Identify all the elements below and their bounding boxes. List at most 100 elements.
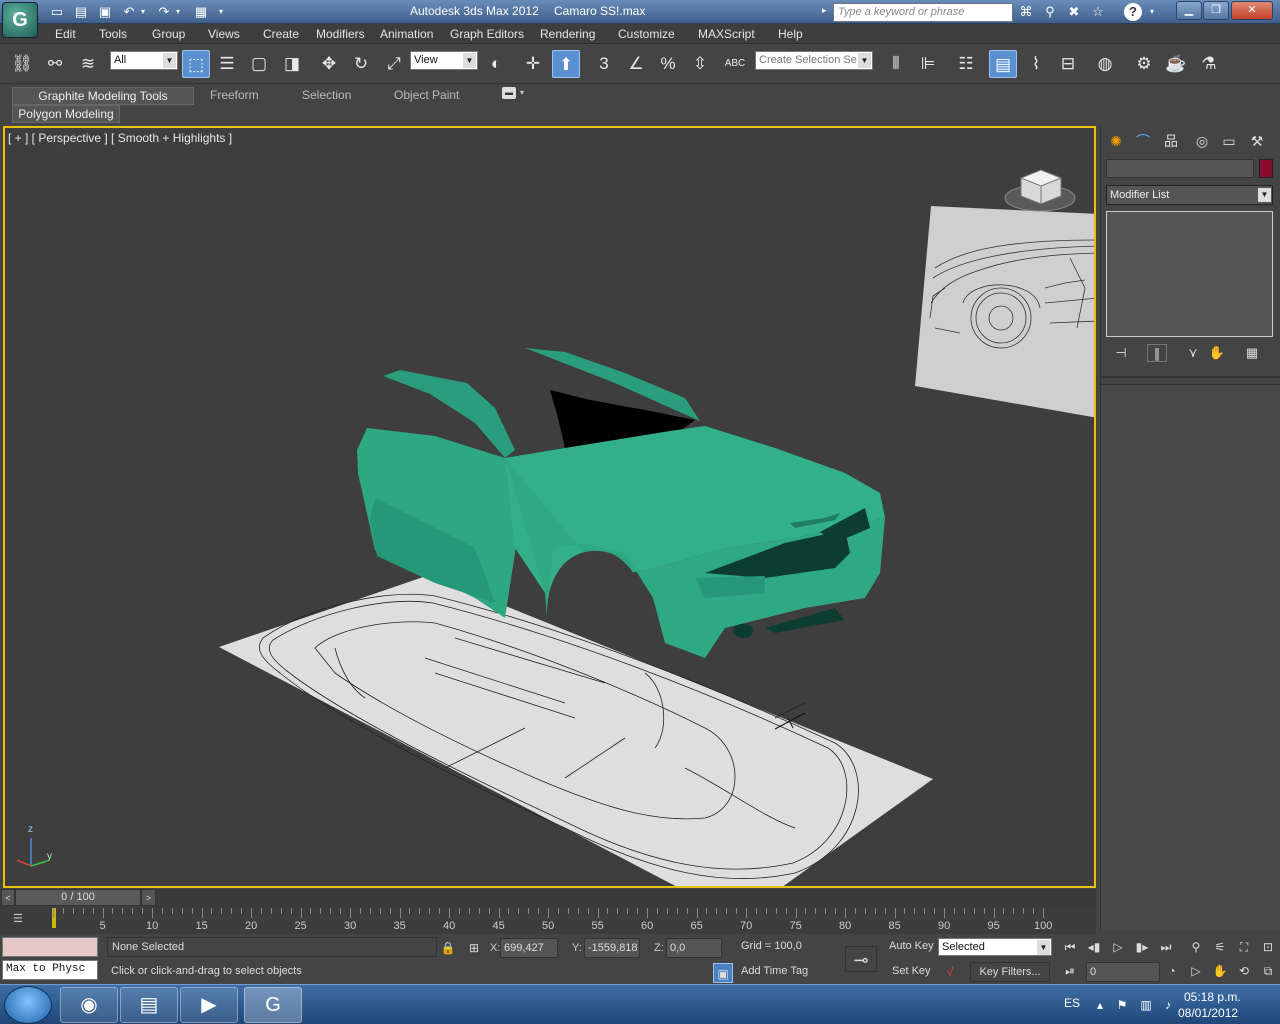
utilities-tab-icon[interactable]: ⚒ — [1245, 130, 1269, 152]
subscription-icon[interactable]: ⚲ — [1040, 3, 1060, 21]
schematic-view-icon[interactable]: ⊟ — [1054, 50, 1082, 78]
window-crossing-icon[interactable]: ◨ — [278, 50, 306, 78]
previous-frame-icon[interactable]: ◂▮ — [1084, 937, 1104, 957]
previous-frame-arrow-icon[interactable]: < — [1, 889, 15, 906]
viewcube[interactable] — [1004, 169, 1076, 212]
reference-coordinate-dropdown[interactable]: View ▼ — [410, 51, 478, 70]
network-icon[interactable]: ▥ — [1138, 997, 1154, 1013]
tab-object-paint[interactable]: Object Paint — [394, 88, 459, 102]
polygon-modeling-panel[interactable]: Polygon Modeling — [12, 105, 120, 123]
pin-stack-icon[interactable]: ⊣ — [1111, 344, 1131, 362]
time-tag-toggle-icon[interactable]: ▣ — [713, 963, 733, 983]
menu-rendering[interactable]: Rendering — [540, 27, 595, 41]
menu-group[interactable]: Group — [152, 27, 185, 41]
key-mode-toggle-icon[interactable]: ⏯ — [1060, 961, 1080, 981]
quick-access-dropdown-icon[interactable]: ▾ — [214, 3, 228, 21]
open-file-icon[interactable]: ▤ — [72, 3, 90, 21]
absolute-mode-transform-icon[interactable]: ⊞ — [464, 938, 484, 958]
selection-lock-icon[interactable]: 🔒 — [438, 938, 458, 958]
auto-key-button[interactable]: Auto Key — [885, 937, 935, 957]
display-tab-icon[interactable]: ▭ — [1217, 130, 1241, 152]
modify-tab-icon[interactable]: ⌒ — [1131, 130, 1155, 152]
project-folder-icon[interactable]: ▦ — [192, 3, 210, 21]
zoom-icon[interactable]: ⚲ — [1186, 937, 1206, 957]
select-and-move-icon[interactable]: ✥ — [315, 50, 343, 78]
favorites-star-icon[interactable]: ☆ — [1088, 3, 1108, 21]
render-setup-icon[interactable]: ⚙ — [1130, 50, 1158, 78]
menu-maxscript[interactable]: MAXScript — [698, 27, 755, 41]
close-button[interactable]: ✕ — [1231, 1, 1273, 20]
select-and-scale-icon[interactable]: ⤢ — [380, 50, 408, 78]
mirror-icon[interactable]: ⫴ — [882, 50, 910, 78]
chrome-taskbar-icon[interactable]: ◉ — [60, 987, 118, 1023]
menu-modifiers[interactable]: Modifiers — [316, 27, 365, 41]
remove-modifier-icon[interactable]: ✋ — [1207, 344, 1227, 362]
y-coordinate-field[interactable]: -1559,818 — [584, 938, 640, 958]
search-expand-icon[interactable]: ▸ — [822, 5, 827, 16]
edit-named-selection-icon[interactable]: ABC — [721, 50, 749, 78]
material-editor-icon[interactable]: ◍ — [1091, 50, 1119, 78]
select-and-manipulate-icon[interactable]: ✛ — [519, 50, 547, 78]
angle-snap-icon[interactable]: ∠ — [622, 50, 650, 78]
rectangular-selection-icon[interactable]: ▢ — [245, 50, 273, 78]
time-slider-thumb[interactable]: 0 / 100 — [15, 889, 141, 906]
menu-help[interactable]: Help — [778, 27, 803, 41]
ribbon-options-icon[interactable]: ▬ — [502, 87, 516, 99]
align-icon[interactable]: ⊫ — [914, 50, 942, 78]
help-icon[interactable]: ? — [1124, 3, 1142, 21]
x-coordinate-field[interactable]: 699,427 — [500, 938, 558, 958]
action-center-icon[interactable]: ⚑ — [1114, 997, 1130, 1013]
3dsmax-taskbar-icon[interactable]: G — [244, 987, 302, 1023]
redo-dropdown-icon[interactable]: ▾ — [173, 3, 183, 21]
pivot-point-center-icon[interactable]: ◐ — [482, 50, 510, 78]
menu-customize[interactable]: Customize — [618, 27, 675, 41]
set-key-icon[interactable]: ⊸ — [845, 946, 877, 972]
application-menu-button[interactable]: G — [2, 2, 38, 38]
new-file-icon[interactable]: ▭ — [48, 3, 66, 21]
create-tab-icon[interactable]: ✺ — [1104, 130, 1128, 152]
tab-graphite-modeling-tools[interactable]: Graphite Modeling Tools — [12, 87, 194, 105]
curve-editor-icon[interactable]: ⌇ — [1022, 50, 1050, 78]
tab-freeform[interactable]: Freeform — [210, 88, 259, 102]
viewport-label[interactable]: [ + ] [ Perspective ] [ Smooth + Highlig… — [8, 131, 232, 145]
make-unique-icon[interactable]: ⋎ — [1183, 344, 1203, 362]
bind-to-space-warp-icon[interactable]: ≋ — [74, 50, 102, 78]
graphite-modeling-tools-icon[interactable]: ▤ — [989, 50, 1017, 78]
binoculars-icon[interactable]: ⌘ — [1016, 3, 1036, 21]
selection-filter-dropdown[interactable]: All ▼ — [110, 51, 178, 70]
modifier-list-dropdown[interactable]: Modifier List ▼ — [1106, 185, 1273, 205]
configure-modifier-sets-icon[interactable]: ▦ — [1242, 344, 1262, 362]
key-filters-button[interactable]: Key Filters... — [970, 962, 1050, 982]
media-player-taskbar-icon[interactable]: ▶ — [180, 987, 238, 1023]
undo-dropdown-icon[interactable]: ▾ — [138, 3, 148, 21]
play-icon[interactable]: ▷ — [1108, 937, 1128, 957]
z-coordinate-field[interactable]: 0,0 — [666, 938, 722, 958]
named-selection-sets-dropdown[interactable]: Create Selection Se ▼ — [755, 51, 873, 70]
menu-edit[interactable]: Edit — [55, 27, 76, 41]
save-file-icon[interactable]: ▣ — [96, 3, 114, 21]
go-to-start-icon[interactable]: ⏮ — [1060, 937, 1080, 957]
field-of-view-icon[interactable]: ▷ — [1186, 961, 1206, 981]
language-indicator[interactable]: ES — [1064, 996, 1080, 1010]
maximize-button[interactable]: ❐ — [1203, 1, 1229, 20]
maximize-viewport-icon[interactable]: ⧉ — [1258, 961, 1278, 981]
zoom-extents-icon[interactable]: ⛶ — [1234, 937, 1254, 957]
hierarchy-tab-icon[interactable]: 品 — [1159, 130, 1183, 152]
pan-view-icon[interactable]: ✋ — [1210, 961, 1230, 981]
menu-animation[interactable]: Animation — [380, 27, 433, 41]
track-bar[interactable]: ☰ 5 10 15 20 25 30 35 40 45 50 55 60 65 70 75 80 85 90 95 1… — [0, 906, 1096, 934]
spinner-snap-icon[interactable]: ⇳ — [686, 50, 714, 78]
snaps-toggle-icon[interactable]: 3 — [590, 50, 618, 78]
menu-graph-editors[interactable]: Graph Editors — [450, 27, 524, 41]
layer-manager-icon[interactable]: ☷ — [952, 50, 980, 78]
explorer-taskbar-icon[interactable]: ▤ — [120, 987, 178, 1023]
maxscript-mini-listener[interactable]: Max to Physc — [2, 960, 98, 980]
undo-icon[interactable]: ↶ — [120, 3, 138, 21]
select-object-icon[interactable]: ⬚ — [182, 50, 210, 78]
percent-snap-icon[interactable]: % — [654, 50, 682, 78]
minimize-button[interactable]: ▁ — [1176, 1, 1202, 20]
start-button[interactable] — [4, 986, 52, 1024]
render-production-icon[interactable]: ⚗ — [1195, 50, 1223, 78]
clock-time[interactable]: 05:18 p.m. — [1184, 990, 1241, 1004]
current-frame-field[interactable]: 0 — [1086, 962, 1160, 982]
